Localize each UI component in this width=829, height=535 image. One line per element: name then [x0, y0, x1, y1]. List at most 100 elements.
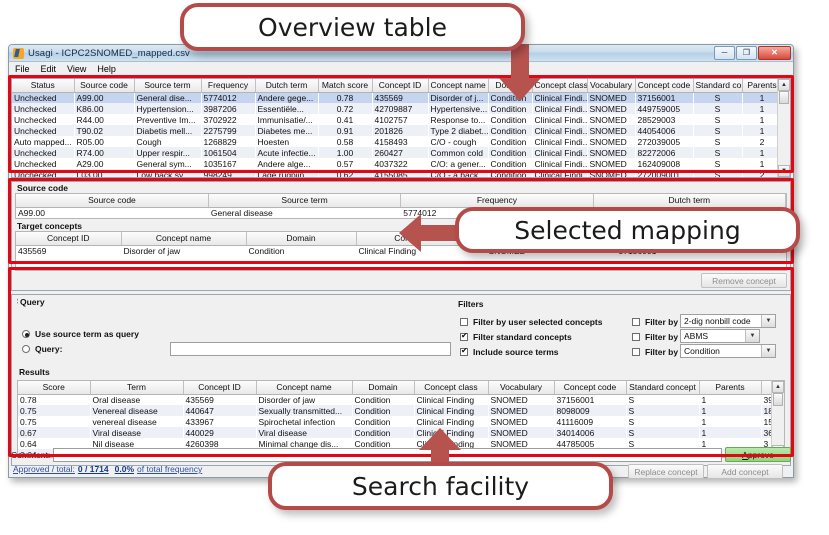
table-row[interactable]: 0.67Viral disease440029Viral diseaseCond…	[18, 427, 771, 438]
column-header[interactable]: Parents	[742, 79, 777, 92]
scrollbar-thumb[interactable]	[779, 91, 789, 104]
column-header[interactable]: Concept class	[414, 381, 488, 394]
table-cell: 201826	[372, 125, 428, 136]
column-header[interactable]: Concept code	[554, 381, 626, 394]
table-row[interactable]: UncheckedL03.00Low back sy...998249Lage …	[12, 169, 777, 177]
checkbox-icon[interactable]	[460, 318, 468, 326]
remove-concept-button[interactable]: Remove concept	[701, 273, 787, 288]
results-vertical-scrollbar[interactable]: ▲ ▼	[771, 381, 784, 457]
vocabulary-dropdown[interactable]: ABMS ▼	[680, 329, 760, 343]
column-header[interactable]: Domain	[246, 232, 356, 245]
table-row[interactable]: 0.75Venereal disease440647Sexually trans…	[18, 405, 771, 416]
domain-dropdown[interactable]: Condition ▼	[680, 344, 776, 358]
checkbox-filter-standard-concepts[interactable]: Filter standard concepts	[460, 329, 602, 344]
column-header[interactable]: Frequency	[401, 194, 593, 207]
chevron-down-icon[interactable]: ▼	[745, 330, 759, 342]
checkbox-checked-icon[interactable]	[460, 348, 468, 356]
radio-unselected-icon[interactable]	[22, 345, 30, 353]
checkbox-checked-icon[interactable]	[460, 333, 468, 341]
checkbox-include-source-terms[interactable]: Include source terms	[460, 344, 602, 359]
add-concept-button[interactable]: Add concept	[707, 464, 783, 479]
scroll-down-icon[interactable]: ▼	[778, 165, 790, 177]
column-header[interactable]: Domain	[352, 381, 414, 394]
column-header[interactable]: Concept name	[256, 381, 352, 394]
checkbox-icon[interactable]	[632, 348, 640, 356]
column-header[interactable]: Vocabulary	[488, 381, 554, 394]
comment-input[interactable]	[53, 448, 722, 462]
column-header[interactable]: Children	[761, 381, 771, 394]
scroll-up-icon[interactable]: ▲	[778, 79, 790, 91]
source-code-group-label: Source code	[15, 183, 787, 193]
table-row[interactable]: UncheckedR74.00Upper respir...1061504Acu…	[12, 147, 777, 158]
column-header[interactable]: Standard concept	[626, 381, 699, 394]
overview-vertical-scrollbar[interactable]: ▲ ▼	[777, 79, 790, 177]
table-row[interactable]: UncheckedT90.02Diabetis mell...2275799Di…	[12, 125, 777, 136]
column-header[interactable]: Concept ID	[16, 232, 121, 245]
overview-table-panel[interactable]: StatusSource codeSource termFrequencyDut…	[11, 78, 791, 178]
column-header[interactable]: Vocabulary	[587, 79, 635, 92]
column-header[interactable]: Standard con...	[693, 79, 742, 92]
column-header[interactable]: Frequency	[201, 79, 255, 92]
radio-selected-icon[interactable]	[22, 330, 30, 338]
table-cell: R44.00	[74, 114, 134, 125]
column-header[interactable]: Concept code	[635, 79, 693, 92]
minimize-button[interactable]: ─	[714, 46, 735, 60]
column-header[interactable]: Match score	[318, 79, 372, 92]
table-cell: 260427	[372, 147, 428, 158]
column-header[interactable]: Parents	[699, 381, 761, 394]
radio-use-source-term[interactable]: Use source term as query	[22, 327, 139, 341]
source-code-header-row[interactable]: Source codeSource termFrequencyDutch ter…	[16, 194, 786, 207]
table-cell: 37156001	[554, 394, 626, 405]
chevron-down-icon[interactable]: ▼	[761, 315, 775, 327]
column-header[interactable]: Concept ID	[183, 381, 256, 394]
overview-table[interactable]: StatusSource codeSource termFrequencyDut…	[12, 79, 777, 177]
column-header[interactable]: Dutch term	[593, 194, 785, 207]
table-cell: General dise...	[134, 92, 201, 103]
maximize-button[interactable]: ❐	[736, 46, 757, 60]
table-cell: Sexually transmitted...	[256, 405, 352, 416]
overview-body[interactable]: UncheckedA99.00General dise...5774012And…	[12, 92, 777, 177]
table-row[interactable]: Auto mapped...R05.00Cough1268829Hoesten0…	[12, 136, 777, 147]
close-button[interactable]: ✕	[758, 46, 791, 60]
menu-edit[interactable]: Edit	[41, 64, 57, 74]
checkbox-filter-user-selected[interactable]: Filter by user selected concepts	[460, 314, 602, 329]
scroll-up-icon[interactable]: ▲	[772, 381, 784, 393]
results-header-row[interactable]: ScoreTermConcept IDConcept nameDomainCon…	[18, 381, 771, 394]
concept-class-dropdown[interactable]: 2-dig nonbill code ▼	[680, 314, 776, 328]
menu-view[interactable]: View	[67, 64, 86, 74]
results-table[interactable]: ScoreTermConcept IDConcept nameDomainCon…	[18, 381, 771, 457]
table-row[interactable]: UncheckedA99.00General dise...5774012And…	[12, 92, 777, 103]
table-cell: 2	[742, 136, 777, 147]
chevron-down-icon[interactable]: ▼	[761, 345, 775, 357]
query-input[interactable]	[170, 342, 451, 356]
column-header[interactable]: Concept ID	[372, 79, 428, 92]
column-header[interactable]: Concept name	[428, 79, 488, 92]
overview-header-row[interactable]: StatusSource codeSource termFrequencyDut…	[12, 79, 777, 92]
table-cell: 272009001	[635, 169, 693, 177]
menu-file[interactable]: File	[15, 64, 30, 74]
column-header[interactable]: Status	[12, 79, 74, 92]
checkbox-icon[interactable]	[632, 333, 640, 341]
column-header[interactable]: Term	[90, 381, 183, 394]
table-cell: 1	[699, 394, 761, 405]
table-cell: Clinical Finding	[414, 394, 488, 405]
scrollbar-thumb[interactable]	[773, 393, 783, 406]
column-header[interactable]: Source term	[134, 79, 201, 92]
table-row[interactable]: UncheckedK86.00Hypertension...3987206Ess…	[12, 103, 777, 114]
approve-button[interactable]: Approve	[725, 447, 791, 462]
replace-concept-button[interactable]: Replace concept	[628, 464, 704, 479]
column-header[interactable]: Source code	[16, 194, 208, 207]
column-header[interactable]: Source code	[74, 79, 134, 92]
column-header[interactable]: Concept name	[121, 232, 246, 245]
column-header[interactable]: Source term	[208, 194, 400, 207]
table-row[interactable]: 0.78Oral disease435569Disorder of jawCon…	[18, 394, 771, 405]
menu-help[interactable]: Help	[97, 64, 116, 74]
column-header[interactable]: Dutch term	[255, 79, 318, 92]
table-cell: Condition	[488, 158, 532, 169]
column-header[interactable]: Score	[18, 381, 90, 394]
radio-query[interactable]: Query:	[22, 342, 62, 356]
checkbox-icon[interactable]	[632, 318, 640, 326]
table-row[interactable]: UncheckedR44.00Preventive Im...3702922Im…	[12, 114, 777, 125]
table-row[interactable]: 0.75venereal disease433967Spirochetal in…	[18, 416, 771, 427]
table-row[interactable]: UncheckedA29.00General sym...1035167Ande…	[12, 158, 777, 169]
